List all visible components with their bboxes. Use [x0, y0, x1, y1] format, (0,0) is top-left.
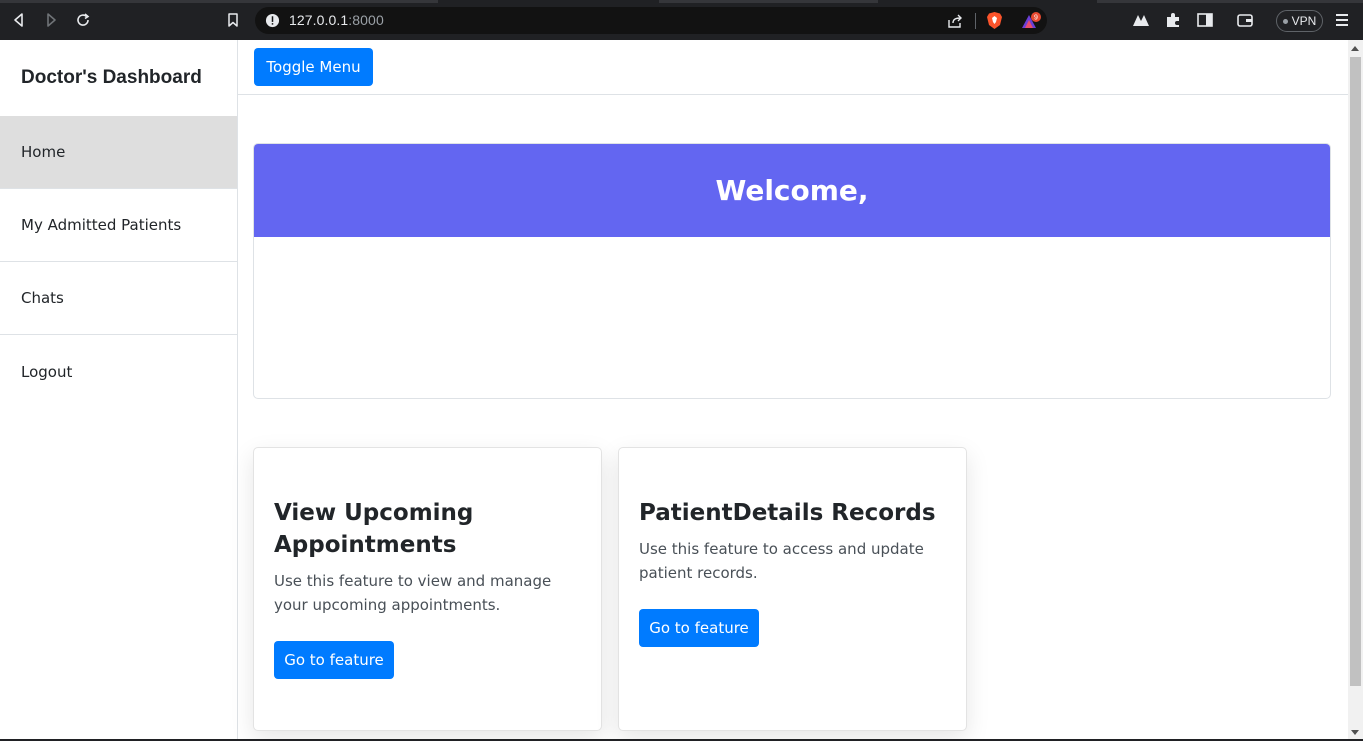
brave-shields-icon[interactable]	[986, 11, 1003, 30]
extensions-icon[interactable]	[1164, 11, 1182, 29]
feature-title: View Upcoming Appointments	[274, 500, 474, 558]
address-bar[interactable]: 127.0.0.1:8000 9	[255, 7, 1047, 34]
feature-description: Use this feature to view and manage your…	[274, 572, 552, 614]
feature-title: PatientDetails Records	[639, 500, 936, 526]
brave-rewards-icon[interactable]: 9	[1020, 12, 1042, 30]
browser-toolbar: 127.0.0.1:8000 9 VPN	[0, 0, 1363, 40]
scroll-down-icon[interactable]	[1351, 730, 1359, 735]
feature-card-patient-records: PatientDetails Records Use this feature …	[618, 447, 967, 731]
go-to-feature-button[interactable]: Go to feature	[274, 641, 394, 679]
sidebar-title: Doctor's Dashboard	[21, 67, 202, 88]
page-scrollbar[interactable]	[1348, 40, 1363, 741]
top-navbar: Toggle Menu	[238, 40, 1348, 95]
sidebar: Doctor's Dashboard Home My Admitted Pati…	[0, 40, 238, 741]
brave-wallet-logo-icon[interactable]	[1132, 11, 1150, 29]
tab-strip-edge	[0, 0, 1363, 3]
feature-card-appointments: View Upcoming Appointments Use this feat…	[253, 447, 602, 731]
site-info-icon[interactable]	[265, 13, 280, 28]
share-icon[interactable]	[947, 13, 963, 29]
scrollbar-thumb[interactable]	[1350, 57, 1361, 686]
vpn-status-icon	[1282, 18, 1288, 24]
sidebar-item-admitted-patients[interactable]: My Admitted Patients	[0, 189, 237, 262]
sidebar-item-home[interactable]: Home	[0, 116, 237, 189]
url-text: 127.0.0.1:8000	[289, 12, 384, 28]
sidebar-item-chats[interactable]: Chats	[0, 262, 237, 335]
svg-text:9: 9	[1034, 15, 1038, 22]
vpn-label: VPN	[1291, 14, 1317, 28]
toggle-menu-button[interactable]: Toggle Menu	[254, 48, 373, 86]
bookmark-icon[interactable]	[223, 10, 243, 30]
welcome-title: Welcome,	[254, 144, 1330, 237]
feature-description: Use this feature to access and update pa…	[639, 540, 924, 582]
scroll-up-icon[interactable]	[1351, 46, 1359, 51]
forward-icon[interactable]	[41, 10, 61, 30]
menu-icon[interactable]	[1333, 11, 1351, 29]
sidebar-item-logout[interactable]: Logout	[0, 335, 237, 408]
go-to-feature-button[interactable]: Go to feature	[639, 609, 759, 647]
sidebar-toggle-icon[interactable]	[1196, 11, 1214, 29]
wallet-icon[interactable]	[1236, 11, 1254, 29]
welcome-card: Welcome,	[253, 143, 1331, 399]
reload-icon[interactable]	[73, 10, 93, 30]
back-icon[interactable]	[9, 10, 29, 30]
vpn-button[interactable]: VPN	[1276, 10, 1323, 32]
